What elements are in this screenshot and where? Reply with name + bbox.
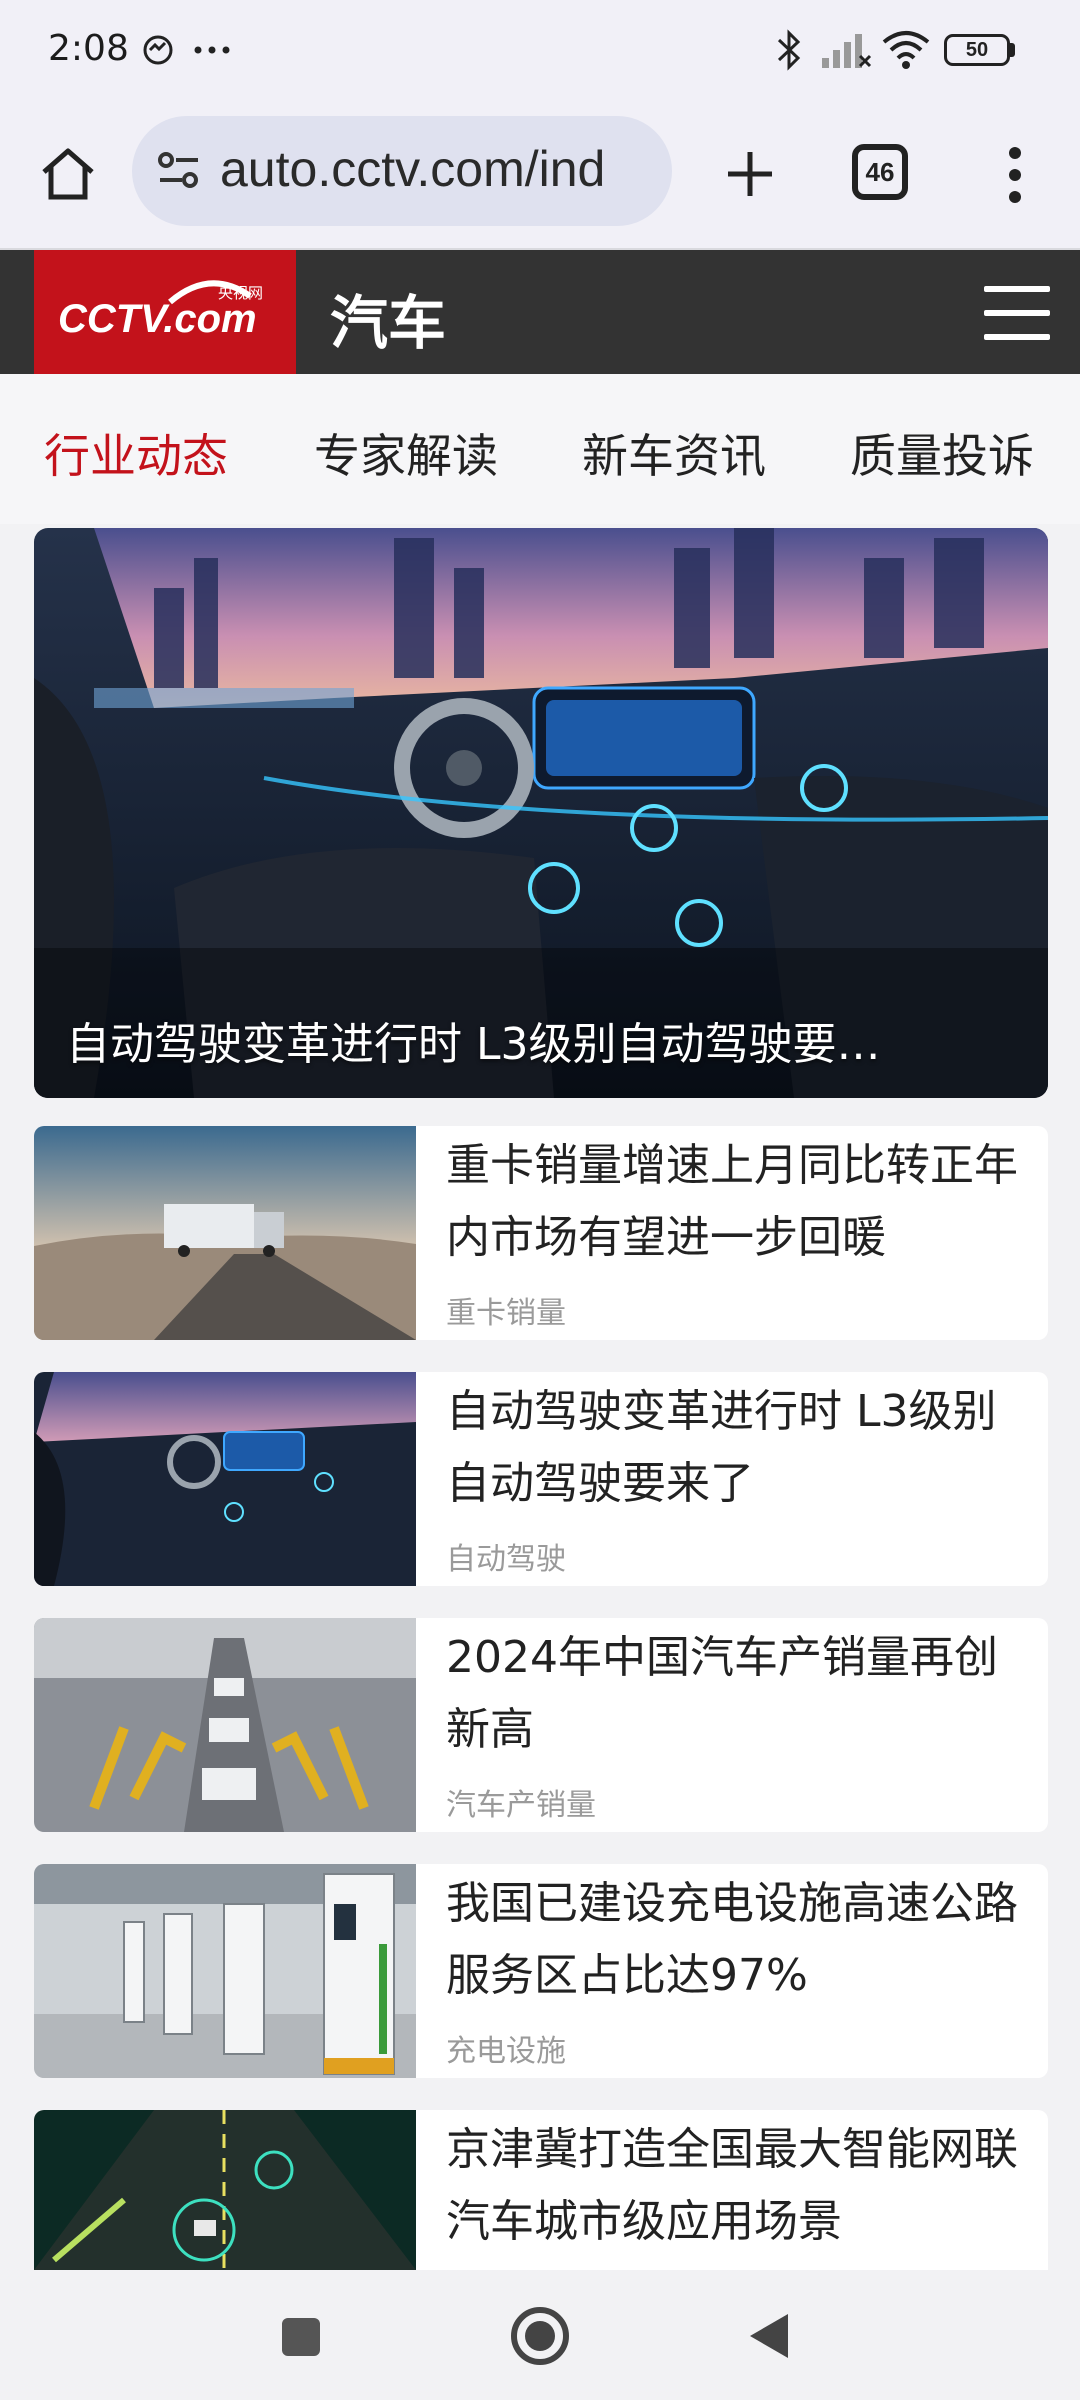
thumbnail-smart-road	[34, 2110, 416, 2270]
back-icon[interactable]	[746, 2310, 792, 2362]
url-text[interactable]: auto.cctv.com/ind	[220, 140, 605, 198]
tabs-button[interactable]: 46	[852, 144, 908, 200]
site-header: CCTV.com 央视网 汽车	[0, 250, 1080, 374]
browser-menu-button[interactable]	[990, 140, 1040, 210]
list-item[interactable]: 京津冀打造全国最大智能网联汽车城市级应用场景	[34, 2110, 1048, 2270]
more-dots-icon	[194, 46, 230, 54]
tab-quality-complaints[interactable]: 质量投诉	[850, 420, 1034, 486]
logo-subtext: 央视网	[218, 284, 263, 302]
browser-toolbar: auto.cctv.com/ind 46	[0, 100, 1080, 250]
battery-icon: 50	[944, 34, 1010, 66]
menu-icon	[1009, 147, 1021, 203]
article-title[interactable]: 重卡销量增速上月同比转正年内市场有望进一步回暖	[446, 1130, 1036, 1274]
hamburger-line	[984, 310, 1050, 316]
recents-button[interactable]	[282, 2318, 320, 2356]
site-settings-icon	[158, 152, 198, 188]
tab-count: 46	[865, 156, 895, 187]
hamburger-line	[984, 286, 1050, 292]
tab-industry-news[interactable]: 行业动态	[44, 420, 228, 486]
article-tag[interactable]: 自动驾驶	[446, 1534, 566, 1578]
tab-expert-analysis[interactable]: 专家解读	[314, 420, 498, 486]
status-bar: 2:08 50	[0, 0, 1080, 100]
tab-new-cars[interactable]: 新车资讯	[582, 420, 766, 486]
hero-article[interactable]: 自动驾驶变革进行时 L3级别自动驾驶要…	[34, 528, 1048, 1098]
category-tabs: 行业动态 专家解读 新车资讯 质量投诉	[0, 374, 1080, 524]
cctv-logo[interactable]: CCTV.com 央视网	[34, 250, 296, 374]
list-item[interactable]: 我国已建设充电设施高速公路服务区占比达97% 充电设施	[34, 1864, 1048, 2078]
address-bar[interactable]: auto.cctv.com/ind	[132, 116, 672, 226]
wifi-icon	[882, 31, 930, 69]
home-circle-icon[interactable]	[508, 2304, 572, 2368]
article-tag[interactable]: 重卡销量	[446, 1288, 566, 1332]
hamburger-line	[984, 334, 1050, 340]
signal-icon	[822, 34, 872, 68]
list-item[interactable]: 自动驾驶变革进行时 L3级别自动驾驶要来了 自动驾驶	[34, 1372, 1048, 1586]
article-title[interactable]: 我国已建设充电设施高速公路服务区占比达97%	[446, 1868, 1036, 2012]
hamburger-menu-button[interactable]	[984, 286, 1050, 340]
system-navigation-bar	[0, 2270, 1080, 2400]
sync-icon	[143, 35, 173, 65]
thumbnail-autonomous-cockpit	[34, 1372, 416, 1586]
new-tab-icon	[728, 152, 772, 196]
article-tag[interactable]: 充电设施	[446, 2026, 566, 2070]
hero-caption: 自动驾驶变革进行时 L3级别自动驾驶要…	[66, 1019, 881, 1070]
home-icon	[42, 148, 94, 200]
battery-tip	[1010, 43, 1015, 57]
article-tag[interactable]: 汽车产销量	[446, 1780, 596, 1824]
article-title[interactable]: 自动驾驶变革进行时 L3级别自动驾驶要来了	[446, 1376, 1036, 1520]
cctv-logo-mark: CCTV.com 央视网	[58, 280, 263, 341]
logo-text: CCTV.com	[58, 297, 257, 341]
thumbnail-factory	[34, 1618, 416, 1832]
section-title: 汽车	[330, 289, 447, 357]
new-tab-button[interactable]	[712, 136, 788, 212]
battery-level: 50	[965, 38, 989, 61]
home-button[interactable]	[30, 136, 106, 212]
article-title[interactable]: 2024年中国汽车产销量再创新高	[446, 1622, 1036, 1766]
status-time: 2:08	[48, 28, 129, 69]
thumbnail-charging-station	[34, 1864, 416, 2078]
bluetooth-icon	[777, 29, 801, 71]
thumbnail-truck	[34, 1126, 416, 1340]
article-title[interactable]: 京津冀打造全国最大智能网联汽车城市级应用场景	[446, 2114, 1036, 2258]
list-item[interactable]: 重卡销量增速上月同比转正年内市场有望进一步回暖 重卡销量	[34, 1126, 1048, 1340]
list-item[interactable]: 2024年中国汽车产销量再创新高 汽车产销量	[34, 1618, 1048, 1832]
